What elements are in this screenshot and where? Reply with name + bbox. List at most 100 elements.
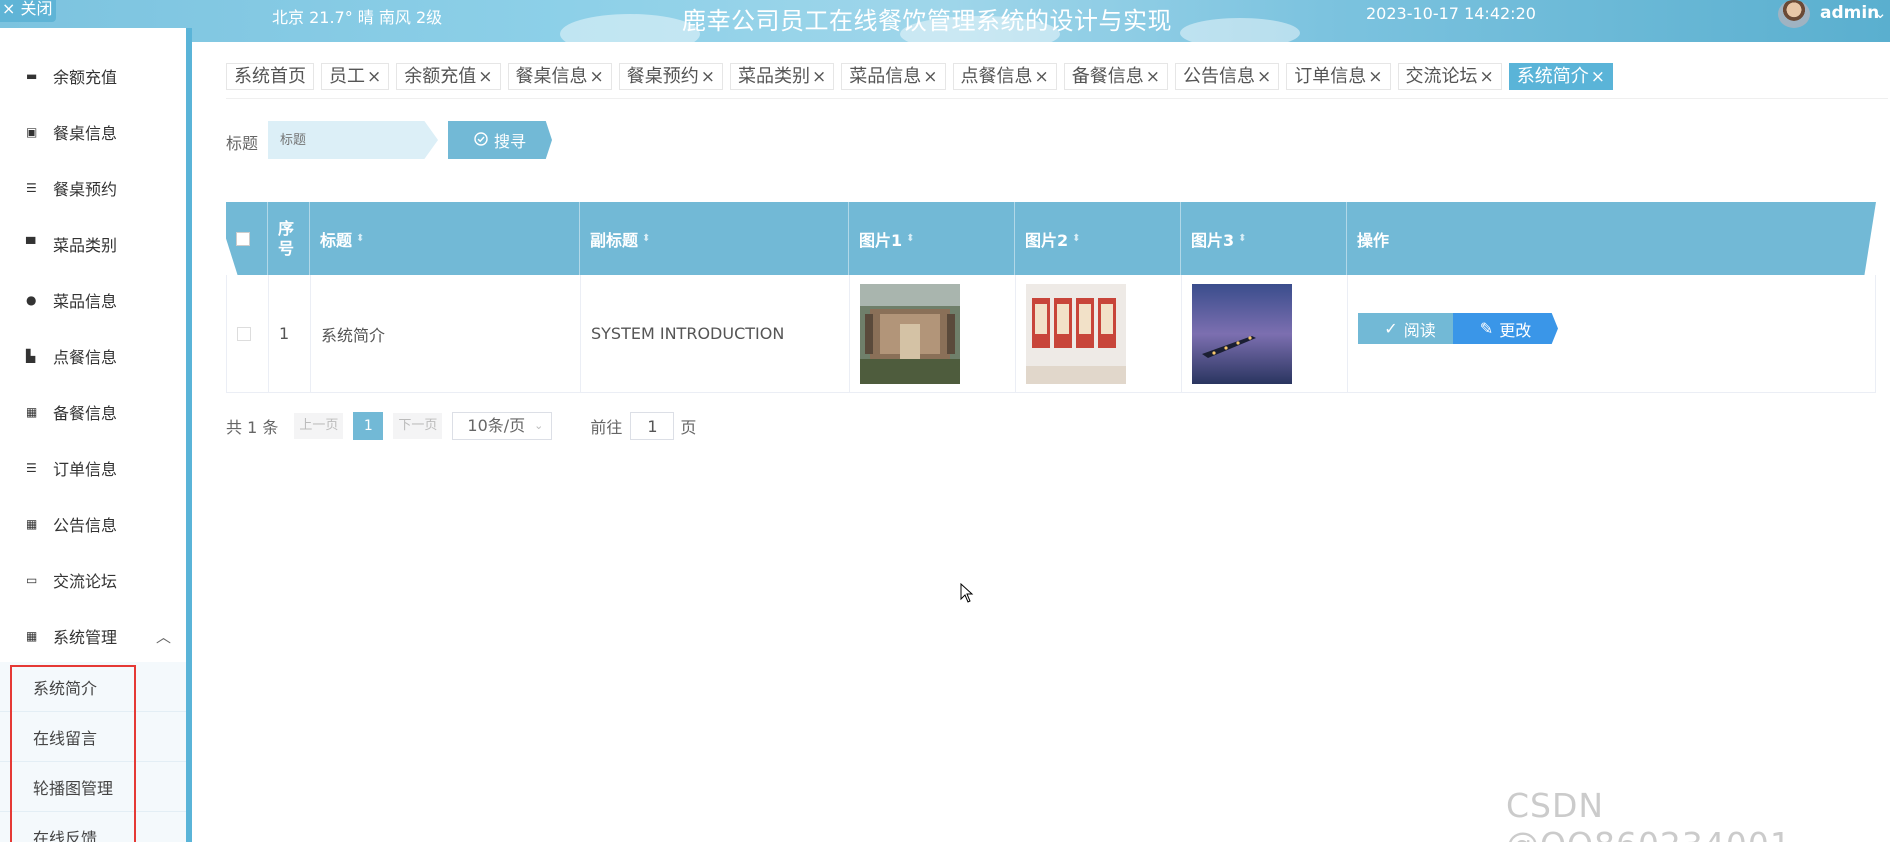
sort-icon[interactable]: ⬍ xyxy=(1072,233,1080,244)
tab-prep[interactable]: 备餐信息 × xyxy=(1063,63,1168,90)
sort-icon[interactable]: ⬍ xyxy=(1238,233,1246,244)
sidebar-item-reservation[interactable]: ☰ 餐桌预约 xyxy=(0,160,186,216)
watermark-text: CSDN @QQ860234001 xyxy=(1506,786,1791,842)
sidebar-item-system[interactable]: ▦ 系统管理 ︿ xyxy=(0,608,186,664)
chevron-down-icon[interactable]: ⌄ xyxy=(1874,4,1887,22)
close-icon[interactable]: × xyxy=(1368,67,1382,87)
header-label: 操作 xyxy=(1357,230,1390,250)
tab-home[interactable]: 系统首页 xyxy=(226,63,314,90)
sidebar-item-notice[interactable]: ▦ 公告信息 xyxy=(0,496,186,552)
close-icon[interactable]: × xyxy=(590,67,604,87)
tab-forum[interactable]: 交流论坛 × xyxy=(1397,63,1502,90)
tab-tables[interactable]: 餐桌信息 × xyxy=(507,63,612,90)
wall-posters-image[interactable] xyxy=(1026,283,1126,384)
current-page[interactable]: 1 xyxy=(353,412,384,440)
row-image3-cell xyxy=(1182,275,1348,392)
tab-label: 菜品类别 xyxy=(738,66,810,87)
header-select-all-cell xyxy=(226,202,268,275)
row-title: 系统简介 xyxy=(311,275,581,392)
row-checkbox[interactable] xyxy=(237,326,251,341)
user-name[interactable]: admin xyxy=(1820,3,1879,23)
tab-order-info[interactable]: 订单信息 × xyxy=(1286,63,1391,90)
tab-label: 公告信息 xyxy=(1183,66,1255,87)
close-sidebar-button[interactable]: × 关闭 xyxy=(0,0,56,22)
tab-label: 餐桌信息 xyxy=(515,66,588,87)
close-icon[interactable]: × xyxy=(812,67,826,87)
sidebar-item-prep[interactable]: ▦ 备餐信息 xyxy=(0,384,186,440)
read-button[interactable]: ✓ 阅读 xyxy=(1358,313,1462,344)
header-title[interactable]: 标题 ⬍ xyxy=(310,202,580,275)
page-size-value: 10条/页 xyxy=(467,416,526,435)
search-button-label: 搜寻 xyxy=(493,132,526,151)
row-image1-cell xyxy=(850,275,1016,392)
grid-icon: ▦ xyxy=(26,405,38,419)
current-datetime: 2023-10-17 14:42:20 xyxy=(1366,4,1536,23)
sidebar-item-category[interactable]: ▀ 菜品类别 xyxy=(0,216,186,272)
row-actions: ✓ 阅读 ✎ 更改 xyxy=(1348,275,1877,392)
wallet-icon: ▬ xyxy=(26,69,38,83)
close-icon[interactable]: × xyxy=(1035,67,1049,87)
search-label: 标题 xyxy=(226,134,259,153)
sidebar-item-label: 公告信息 xyxy=(53,516,118,535)
sort-icon[interactable]: ⬍ xyxy=(642,233,650,244)
monitor-icon: ▭ xyxy=(26,573,38,587)
page-unit-label: 页 xyxy=(680,418,697,437)
sort-icon[interactable]: ⬍ xyxy=(906,233,914,244)
user-avatar[interactable] xyxy=(1778,0,1810,28)
close-icon[interactable]: × xyxy=(1257,67,1271,87)
tab-staff[interactable]: 员工 × xyxy=(321,63,390,90)
page-size-select[interactable]: 10条/页 ⌄ xyxy=(452,412,553,440)
select-all-checkbox[interactable] xyxy=(236,231,250,246)
header-image3[interactable]: 图片3 ⬍ xyxy=(1181,202,1347,275)
table-icon: ▣ xyxy=(26,125,38,139)
sidebar-item-label: 系统管理 xyxy=(53,628,118,647)
header-image1[interactable]: 图片1 ⬍ xyxy=(849,202,1015,275)
header-label: 副标题 xyxy=(590,230,639,250)
sidebar-item-dishes[interactable]: ● 菜品信息 xyxy=(0,272,186,328)
header-index-label: 号 xyxy=(278,238,295,258)
close-icon[interactable]: × xyxy=(478,67,492,87)
close-icon[interactable]: × xyxy=(1480,67,1494,87)
close-icon[interactable]: × xyxy=(701,67,715,87)
tab-reservation[interactable]: 餐桌预约 × xyxy=(618,63,723,90)
table-body: 1 系统简介 SYSTEM INTRODUCTION ✓ 阅读 ✎ 更改 xyxy=(226,275,1876,393)
tab-system-intro[interactable]: 系统简介 × xyxy=(1508,63,1613,90)
tab-label: 订单信息 xyxy=(1294,66,1367,87)
header-subtitle[interactable]: 副标题 ⬍ xyxy=(580,202,849,275)
header-actions: 操作 xyxy=(1347,202,1876,275)
close-icon[interactable]: × xyxy=(1146,67,1160,87)
edit-button[interactable]: ✎ 更改 xyxy=(1453,313,1558,344)
chevron-up-icon: ︿ xyxy=(156,627,172,646)
goto-page-input[interactable] xyxy=(630,412,675,440)
close-icon[interactable]: × xyxy=(1591,67,1605,87)
pier-dusk-image[interactable] xyxy=(1192,283,1292,384)
edit-icon: ✎ xyxy=(1479,319,1494,338)
sidebar-item-tables[interactable]: ▣ 餐桌信息 xyxy=(0,104,186,160)
check-circle-icon xyxy=(474,131,488,150)
pagination: 共 1 条 上一页 1 下一页 10条/页 ⌄ 前往 页 xyxy=(226,412,696,440)
prev-page-button[interactable]: 上一页 xyxy=(294,413,344,439)
building-aerial-image[interactable] xyxy=(860,283,960,384)
sidebar-item-forum[interactable]: ▭ 交流论坛 xyxy=(0,552,186,608)
tab-category[interactable]: 菜品类别 × xyxy=(730,63,835,90)
tab-balance[interactable]: 余额充值 × xyxy=(396,63,501,90)
sort-icon[interactable]: ⬍ xyxy=(356,233,364,244)
sidebar-item-label: 餐桌信息 xyxy=(53,124,118,143)
main-content: 系统首页 员工 × 余额充值 × 餐桌信息 × 餐桌预约 × 菜品类别 × 菜品信息 × 点… xyxy=(198,42,1890,842)
tab-orders-food[interactable]: 点餐信息 × xyxy=(952,63,1057,90)
sidebar-item-order-info[interactable]: ☰ 订单信息 xyxy=(0,440,186,496)
tab-dishes[interactable]: 菜品信息 × xyxy=(841,63,946,90)
next-page-button[interactable]: 下一页 xyxy=(393,413,443,439)
sidebar-item-label: 交流论坛 xyxy=(53,572,118,591)
sidebar-item-balance[interactable]: ▬ 余额充值 xyxy=(0,48,186,104)
header-image2[interactable]: 图片2 ⬍ xyxy=(1015,202,1181,275)
search-button[interactable]: 搜寻 xyxy=(448,121,552,159)
tab-notice[interactable]: 公告信息 × xyxy=(1175,63,1280,90)
sidebar-item-orders-food[interactable]: ▙ 点餐信息 xyxy=(0,328,186,384)
search-input[interactable] xyxy=(268,121,438,159)
close-icon[interactable]: × xyxy=(367,67,381,87)
row-subtitle: SYSTEM INTRODUCTION xyxy=(581,275,850,392)
sidebar-item-label: 备餐信息 xyxy=(53,404,118,423)
close-icon[interactable]: × xyxy=(923,67,937,87)
edit-button-label: 更改 xyxy=(1499,320,1532,340)
